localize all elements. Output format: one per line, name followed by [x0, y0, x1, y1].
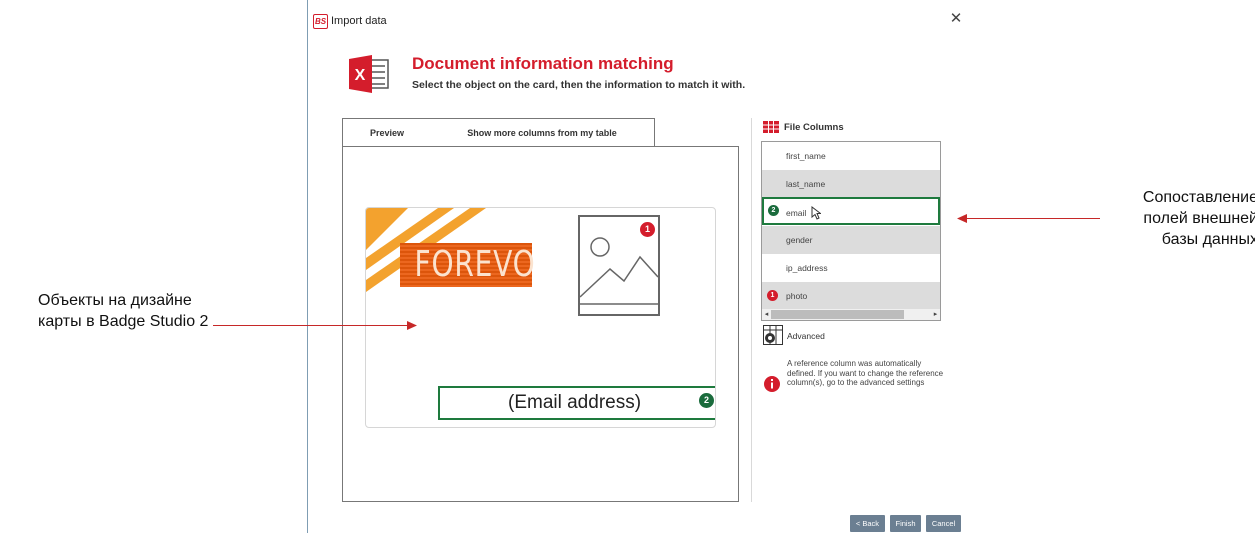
excel-icon: X [349, 55, 389, 93]
annotation-right-arrow-line [966, 218, 1100, 219]
annotation-card-objects: Объекты на дизайне карты в Badge Studio … [38, 290, 218, 332]
scroll-left-arrow-icon[interactable]: ◂ [762, 309, 771, 320]
finish-button[interactable]: Finish [890, 515, 921, 532]
annotation-left-normal: Badge Studio 2 [99, 313, 209, 330]
tab-preview[interactable]: Preview [342, 118, 432, 147]
reference-column-info: A reference column was automatically def… [787, 359, 944, 387]
advanced-settings-icon[interactable] [763, 325, 783, 345]
file-column-label: photo [786, 291, 808, 301]
window-title: Import data [331, 15, 387, 27]
photo-column-badge: 1 [767, 290, 778, 301]
email-match-badge: 2 [699, 393, 714, 408]
photo-match-badge: 1 [640, 222, 655, 237]
file-column-first-name[interactable]: first_name [762, 142, 940, 170]
annotation-right-arrowhead-icon [957, 214, 967, 223]
file-column-label: email [786, 208, 807, 218]
file-column-email[interactable]: 2 email [762, 197, 940, 225]
file-column-label: ip_address [786, 263, 828, 273]
file-column-photo[interactable]: 1 photo [762, 282, 940, 310]
info-icon [764, 376, 780, 392]
card-design: FOREVO 1 (Email address) 2 [365, 207, 716, 428]
card-email-placeholder: (Email address) [508, 392, 642, 413]
file-columns-list: first_name last_name 2 email gender ip_a… [761, 141, 941, 321]
page-subtitle: Select the object on the card, then the … [412, 79, 746, 91]
email-column-badge: 2 [768, 205, 779, 216]
scroll-right-arrow-icon[interactable]: ▸ [931, 309, 940, 320]
annotation-left-arrow-line [213, 325, 409, 326]
panel-separator [751, 118, 752, 502]
mouse-cursor-icon [811, 206, 821, 220]
annotation-left-arrowhead-icon [407, 321, 417, 330]
page-title: Document information matching [412, 54, 674, 73]
preview-panel-top-edge [654, 146, 739, 147]
advanced-link[interactable]: Advanced [787, 331, 825, 341]
file-column-label: first_name [786, 151, 826, 161]
card-email-field[interactable]: (Email address) [438, 386, 715, 420]
tab-show-more-columns[interactable]: Show more columns from my table [430, 118, 655, 147]
file-column-ip-address[interactable]: ip_address [762, 254, 940, 282]
table-columns-icon [763, 121, 779, 133]
cancel-button[interactable]: Cancel [926, 515, 961, 532]
file-column-gender[interactable]: gender [762, 226, 940, 254]
dialog-left-border [307, 0, 308, 533]
file-columns-title: File Columns [784, 122, 844, 133]
card-logo-text: FOREVO [414, 244, 536, 285]
file-column-last-name[interactable]: last_name [762, 170, 940, 198]
scrollbar-thumb[interactable] [771, 310, 904, 319]
back-button[interactable]: < Back [850, 515, 885, 532]
app-logo-icon: BS [313, 14, 328, 29]
annotation-field-matching: Сопоставление полей внешней базы данных [1142, 189, 1255, 248]
close-button[interactable]: ✕ [947, 10, 965, 28]
file-column-label: gender [786, 235, 813, 245]
excel-icon-letter: X [355, 67, 366, 84]
file-column-label: last_name [786, 179, 826, 189]
